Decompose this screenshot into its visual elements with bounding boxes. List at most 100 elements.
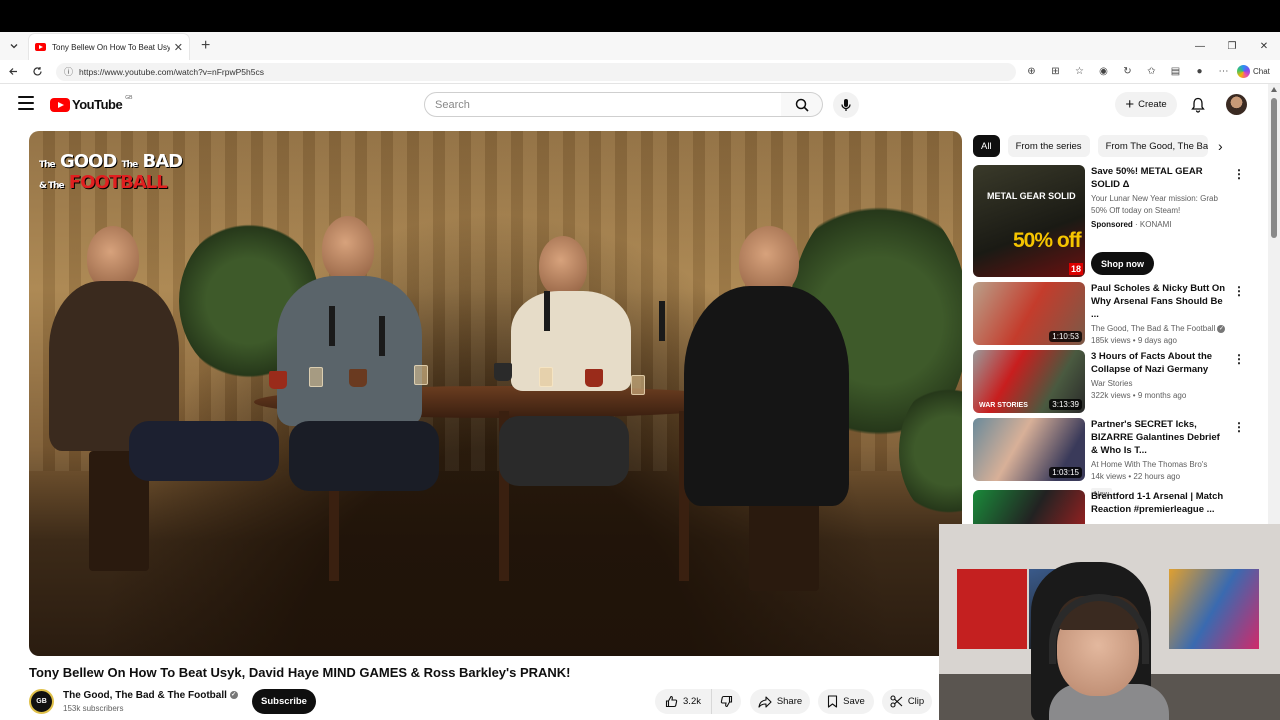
chat-button[interactable]: Chat [1237, 65, 1270, 78]
clip-button[interactable]: Clip [882, 689, 932, 714]
ad-thumbnail[interactable]: METAL GEAR SOLID 50% off 18 [973, 165, 1085, 277]
chip-from-series[interactable]: From the series [1007, 135, 1090, 157]
person-1-legs [129, 421, 279, 481]
share-arrow-icon [758, 695, 772, 708]
extension-icon[interactable]: ⊕ [1022, 63, 1041, 81]
person-2-legs [289, 421, 439, 491]
person-2-head [322, 216, 374, 282]
profile-icon[interactable]: ● [1190, 63, 1209, 81]
logo-the-mid: The [121, 160, 139, 170]
scroll-up-icon[interactable] [1271, 87, 1277, 92]
video-duration: 1:03:15 [1049, 467, 1082, 478]
more-options-icon[interactable]: ⋮ [1233, 420, 1245, 434]
like-button[interactable]: 3.2k [655, 689, 711, 714]
minimize-icon[interactable]: — [1184, 32, 1216, 60]
thumbs-down-icon [720, 695, 733, 708]
recommendation-stats: 185k views • 9 days ago [1091, 336, 1177, 345]
top-black-bar [0, 0, 1280, 32]
show-logo-overlay: The GOOD The BAD & The FOOTBALL [39, 153, 183, 195]
view-count: 322k views [1091, 391, 1131, 400]
address-bar[interactable]: ⓘ https://www.youtube.com/watch?v=nFrpwP… [56, 62, 1016, 81]
channel-name[interactable]: The Good, The Bad & The Football ✓ [63, 690, 238, 701]
recommendation-item[interactable]: WAR STORIES 3:13:39 3 Hours of Facts Abo… [973, 350, 1245, 416]
ad-more-options-icon[interactable]: ⋮ [1233, 167, 1245, 181]
more-options-icon[interactable]: ⋮ [1233, 352, 1245, 366]
browser-tab-active[interactable]: Tony Bellew On How To Beat Usyk ✕ [29, 34, 189, 60]
recommendation-item[interactable]: Brentford 1-1 Arsenal | Match Reaction #… [973, 490, 1233, 524]
refresh-extension-icon[interactable]: ↻ [1118, 63, 1137, 81]
video-player[interactable]: The GOOD The BAD & The FOOTBALL [29, 131, 962, 656]
favorites-bar-icon[interactable]: ✩ [1142, 63, 1161, 81]
recommendation-title[interactable]: Paul Scholes & Nicky Butt On Why Arsenal… [1091, 282, 1229, 321]
video-thumbnail[interactable]: WAR STORIES 3:13:39 [973, 350, 1085, 413]
recommendation-title[interactable]: Brentford 1-1 Arsenal | Match Reaction #… [1091, 490, 1229, 516]
search-input[interactable]: Search [424, 92, 782, 117]
user-avatar[interactable] [1226, 94, 1247, 115]
microphone-icon [841, 99, 851, 111]
favorite-star-icon[interactable]: ☆ [1070, 63, 1089, 81]
youtube-wordmark: YouTube [72, 97, 123, 112]
recommendation-item[interactable]: 1:10:53 Paul Scholes & Nicky Butt On Why… [973, 282, 1245, 348]
voice-search-button[interactable] [833, 92, 859, 118]
shop-now-button[interactable]: Shop now [1091, 252, 1154, 275]
recommendation-item[interactable]: 1:03:15 Partner's SECRET Icks, BIZARRE G… [973, 418, 1245, 499]
related-filter-chips: All From the series From The Good, The B… [973, 135, 1208, 157]
search-button[interactable] [781, 92, 823, 117]
youtube-logo[interactable]: YouTube GB [50, 95, 132, 112]
split-screen-icon[interactable]: ⊞ [1046, 63, 1065, 81]
webcam-overlay [939, 524, 1280, 720]
share-button[interactable]: Share [750, 689, 810, 714]
person-4-body [684, 286, 849, 506]
recommendation-info: 3 Hours of Facts About the Collapse of N… [1091, 350, 1229, 402]
subscribe-button[interactable]: Subscribe [252, 689, 316, 714]
upload-age: 9 months ago [1137, 391, 1187, 400]
recommendation-title[interactable]: Partner's SECRET Icks, BIZARRE Galantine… [1091, 418, 1229, 457]
channel-avatar[interactable]: GB [29, 689, 54, 714]
restore-icon[interactable]: ❐ [1216, 32, 1248, 60]
logo-and-the: & The [39, 181, 65, 191]
notifications-button[interactable] [1187, 94, 1209, 116]
view-count: 185k views [1091, 336, 1131, 345]
thumbs-up-icon [665, 695, 678, 708]
browser-tab-strip: Tony Bellew On How To Beat Usyk ✕ + — ❐ … [0, 32, 1280, 60]
dislike-button[interactable] [711, 689, 741, 714]
create-button[interactable]: + Create [1115, 92, 1177, 117]
chip-all[interactable]: All [973, 135, 1000, 157]
video-thumbnail[interactable]: 1:10:53 [973, 282, 1085, 345]
collections-icon[interactable]: ▤ [1166, 63, 1185, 81]
recommendation-info: Partner's SECRET Icks, BIZARRE Galantine… [1091, 418, 1229, 501]
close-tab-icon[interactable]: ✕ [174, 41, 183, 54]
recommendation-info: Brentford 1-1 Arsenal | Match Reaction #… [1091, 490, 1229, 516]
ad-sponsor-line: Sponsored · KONAMI [1091, 220, 1172, 229]
recommendation-channel[interactable]: The Good, The Bad & The Football [1091, 324, 1215, 333]
more-options-icon[interactable]: ⋮ [1233, 284, 1245, 298]
back-button[interactable] [2, 61, 24, 83]
bookmark-icon [828, 695, 838, 708]
like-count: 3.2k [683, 696, 701, 707]
scrollbar-thumb[interactable] [1271, 98, 1277, 238]
video-thumbnail[interactable]: 1:03:15 [973, 418, 1085, 481]
hamburger-menu-icon[interactable] [18, 96, 34, 110]
tab-list-button[interactable] [3, 35, 25, 57]
recommendation-title[interactable]: 3 Hours of Facts About the Collapse of N… [1091, 350, 1229, 376]
video-thumbnail[interactable] [973, 490, 1085, 524]
site-info-icon[interactable]: ⓘ [64, 65, 73, 78]
glass [309, 367, 323, 387]
reload-button[interactable] [26, 61, 48, 83]
podcast-mic [379, 316, 385, 356]
close-window-icon[interactable]: ✕ [1248, 32, 1280, 60]
recommendation-channel[interactable]: At Home With The Thomas Bro's [1091, 459, 1229, 471]
glass [631, 375, 645, 395]
save-button[interactable]: Save [818, 689, 874, 714]
more-menu-icon[interactable]: ⋯ [1214, 63, 1233, 81]
ad-title[interactable]: Save 50%! METAL GEAR SOLID Δ [1091, 165, 1229, 191]
toolbar-icons: ⊕ ⊞ ☆ ◉ ↻ ✩ ▤ ● ⋯ [1022, 63, 1233, 81]
video-duration: 1:10:53 [1049, 331, 1082, 342]
chip-from-channel[interactable]: From The Good, The Bad [1097, 135, 1208, 157]
logo-the: The [39, 160, 56, 170]
chips-next-chevron-icon[interactable]: › [1218, 138, 1223, 154]
recommendation-channel[interactable]: War Stories [1091, 378, 1229, 390]
tab-title: Tony Bellew On How To Beat Usyk [52, 42, 170, 52]
new-tab-button[interactable]: + [201, 38, 210, 54]
shield-extension-icon[interactable]: ◉ [1094, 63, 1113, 81]
